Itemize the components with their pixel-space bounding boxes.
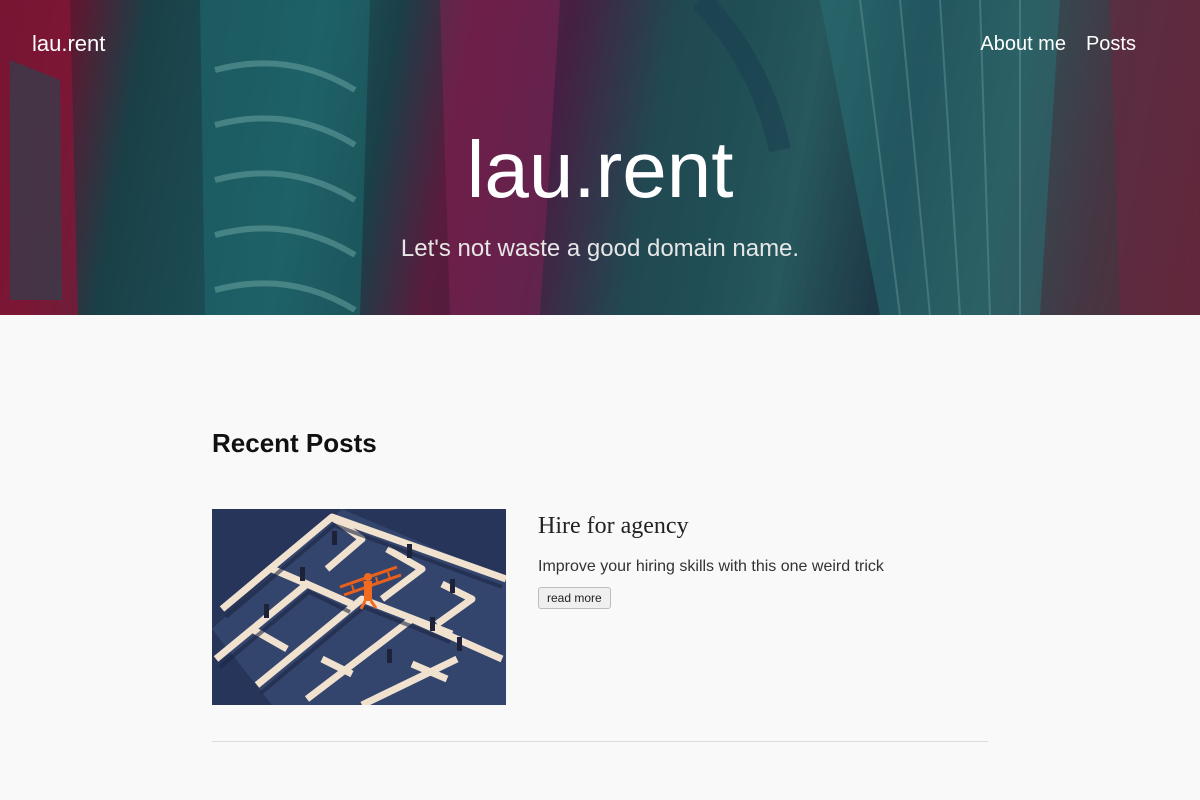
hero-subtitle: Let's not waste a good domain name. — [400, 235, 800, 262]
hero-title: lau.rent — [466, 125, 734, 214]
maze-illustration — [212, 509, 506, 705]
nav-link-posts[interactable]: Posts — [1086, 33, 1136, 56]
post-divider — [212, 741, 988, 742]
recent-posts-heading: Recent Posts — [212, 428, 377, 458]
post-title-link[interactable]: Hire for agency — [538, 509, 988, 541]
nav-link-about-me[interactable]: About me — [980, 33, 1066, 56]
post-card: Hire for agency Improve your hiring skil… — [212, 509, 988, 705]
top-nav: lau.rent About me Posts — [0, 0, 1200, 88]
post-thumbnail[interactable] — [212, 509, 506, 705]
site-brand-link[interactable]: lau.rent — [32, 31, 105, 57]
hero-banner: lau.rent About me Posts lau.rent Let's n… — [0, 0, 1200, 315]
read-more-button[interactable]: read more — [538, 587, 611, 609]
post-description: Improve your hiring skills with this one… — [538, 558, 884, 575]
post-body: Hire for agency Improve your hiring skil… — [538, 509, 988, 609]
nav-links: About me Posts — [980, 33, 1136, 56]
